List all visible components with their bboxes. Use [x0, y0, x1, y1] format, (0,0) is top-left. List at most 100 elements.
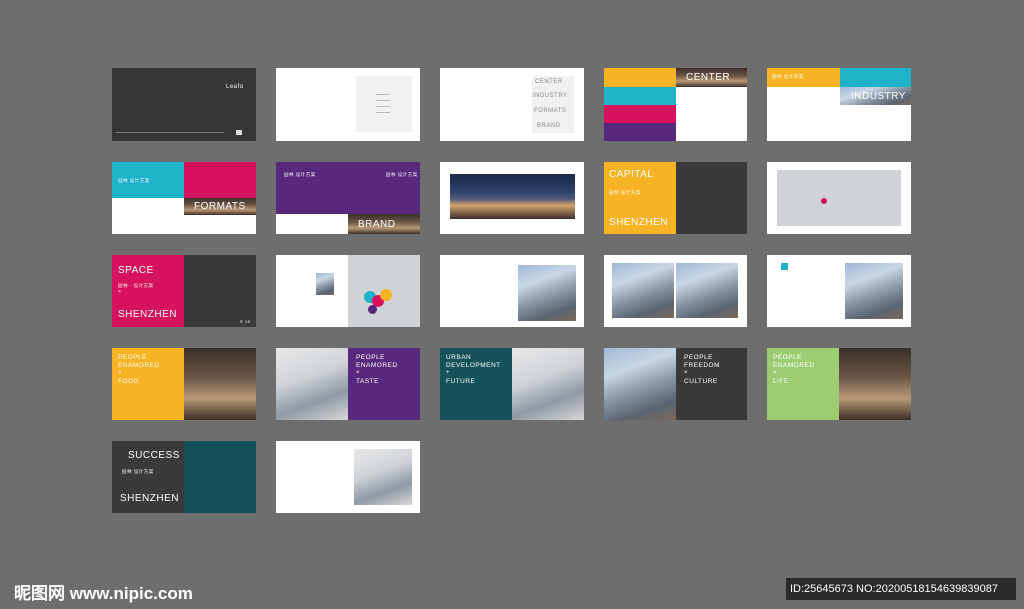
page-capital[interactable]: CAPITAL 园林 设计方案 SHENZHEN [604, 162, 747, 234]
street-photo-2 [676, 263, 738, 318]
space-dark [184, 255, 256, 327]
contents-box [356, 76, 412, 132]
center-title: CENTER [686, 72, 731, 83]
industry-title: INDUSTRY [851, 91, 906, 102]
urban-l2: DEVELOPMENT [446, 362, 501, 369]
taste-l2: ENAMORED [356, 362, 398, 369]
tower-badge [781, 263, 788, 270]
final-photo [354, 449, 412, 505]
culture-l3: CULTURE [684, 378, 718, 385]
page-mall[interactable] [440, 255, 584, 327]
contents-line [376, 100, 390, 101]
formats-label: 园林 设计方案 [118, 178, 150, 183]
urban-photo [512, 348, 584, 420]
city-photo [450, 174, 575, 219]
space-sub: 园林 · 设计方案 [118, 283, 154, 288]
food-x: × [118, 370, 123, 376]
cover-mark [236, 130, 242, 135]
circle-purple [368, 305, 377, 314]
space-x: × [118, 289, 122, 295]
page-life[interactable]: PEOPLE ENAMORED × LIFE [767, 348, 911, 420]
keyword-industry: INDUSTRY [533, 93, 568, 99]
space-title: SPACE [118, 265, 154, 276]
contents-line [376, 106, 390, 107]
circle-yellow [380, 289, 392, 301]
page-brand[interactable]: 园林 设计方案 园林 设计方案 BRAND [276, 162, 420, 234]
urban-l1: URBAN [446, 354, 472, 361]
success-title: SUCCESS [128, 450, 180, 461]
page-city[interactable] [440, 162, 584, 234]
street-photo-1 [612, 263, 674, 318]
food-l2: ENAMORED [118, 362, 160, 369]
keyword-brand: BRAND [537, 123, 561, 129]
page-map[interactable] [767, 162, 911, 234]
success-sub: 园林 设计方案 [122, 469, 154, 474]
formats-magenta [184, 162, 256, 198]
food-l1: PEOPLE [118, 354, 148, 361]
stripe-yellow [604, 68, 676, 87]
page-taste[interactable]: PEOPLE ENAMORED × TASTE [276, 348, 420, 420]
taste-l1: PEOPLE [356, 354, 386, 361]
stripe-purple [604, 123, 676, 141]
brand-label-left: 园林 设计方案 [284, 172, 316, 177]
food-photo [184, 348, 256, 420]
page-contents[interactable] [276, 68, 420, 141]
stripe-magenta [604, 105, 676, 123]
success-teal [184, 441, 256, 513]
life-x: × [773, 370, 778, 376]
page-map-circles[interactable] [276, 255, 420, 327]
page-center[interactable]: CENTER [604, 68, 747, 141]
page-urban[interactable]: URBAN DEVELOPMENT + FUTURE [440, 348, 584, 420]
page-industry[interactable]: 园林 设计方案 INDUSTRY [767, 68, 911, 141]
page-street[interactable] [604, 255, 747, 327]
contents-line [376, 112, 390, 113]
capital-title: CAPITAL [609, 169, 654, 180]
life-l2: ENAMORED [773, 362, 815, 369]
formats-title: FORMATS [194, 201, 246, 212]
page-final[interactable] [276, 441, 420, 513]
page-culture[interactable]: PEOPLE FREEDOM × CULTURE [604, 348, 747, 420]
keyword-formats: FORMATS [534, 108, 567, 114]
capital-sub: 园林 设计方案 [609, 190, 641, 195]
culture-l2: FREEDOM [684, 362, 720, 369]
page-formats[interactable]: 园林 设计方案 FORMATS [112, 162, 256, 234]
map-photo [316, 273, 334, 295]
culture-x: × [684, 370, 689, 376]
industry-cyan [840, 68, 911, 87]
industry-label: 园林 设计方案 [772, 74, 804, 79]
site-watermark: 昵图网 www.nipic.com [14, 584, 193, 603]
space-city: SHENZHEN [118, 309, 178, 320]
image-id-label: ID:25645673 NO:20200518154639839087 [786, 578, 1016, 600]
cover-rule [116, 132, 224, 133]
page-success[interactable]: SUCCESS 园林 设计方案 SHENZHEN [112, 441, 256, 513]
brand-white [276, 214, 348, 234]
life-l1: PEOPLE [773, 354, 803, 361]
contents-line [376, 94, 390, 95]
life-l3: LIFE [773, 378, 789, 385]
location-map [777, 170, 901, 226]
life-photo [839, 348, 911, 420]
culture-photo [604, 348, 676, 420]
brand-label-right: 园林 设计方案 [386, 172, 418, 177]
page-keywords[interactable]: CENTER INDUSTRY FORMATS BRAND [440, 68, 584, 141]
page-cover[interactable]: Leafo [112, 68, 256, 141]
stripe-cyan [604, 87, 676, 105]
brand-title: BRAND [358, 219, 396, 230]
tower-photo [845, 263, 903, 319]
success-city: SHENZHEN [120, 493, 180, 504]
taste-photo [276, 348, 348, 420]
mall-photo [518, 265, 576, 321]
taste-x: × [356, 370, 361, 376]
urban-l3: FUTURE [446, 378, 476, 385]
page-tower[interactable] [767, 255, 911, 327]
taste-l3: TASTE [356, 378, 379, 385]
space-num: © 10 [240, 319, 251, 324]
urban-x: + [446, 370, 451, 376]
map-marker [821, 198, 827, 204]
capital-city: SHENZHEN [609, 217, 669, 228]
page-space[interactable]: SPACE 园林 · 设计方案 × SHENZHEN © 10 [112, 255, 256, 327]
capital-dark [676, 162, 747, 234]
culture-l1: PEOPLE [684, 354, 714, 361]
page-food[interactable]: PEOPLE ENAMORED × FOOD [112, 348, 256, 420]
food-l3: FOOD [118, 378, 139, 385]
